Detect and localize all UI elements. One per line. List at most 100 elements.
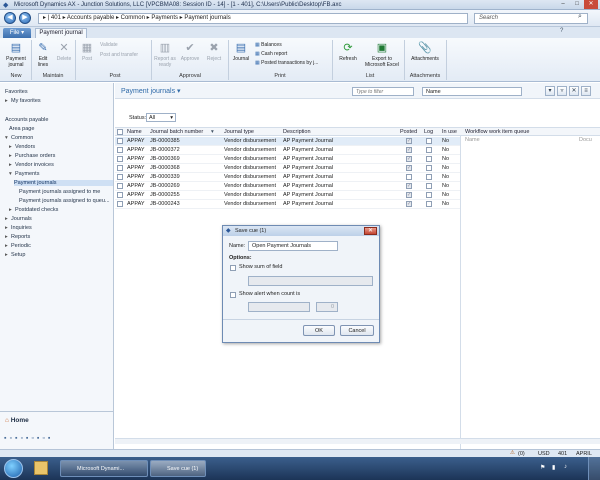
nav-payment-journals[interactable]: Payment journals	[14, 180, 113, 186]
delete-button[interactable]: ✕ Delete	[54, 41, 74, 62]
nav-common[interactable]: ▾ Common	[5, 135, 33, 141]
cell-type: Vendor disbursement	[224, 138, 276, 144]
col-workflow-queue[interactable]: Workflow work item queue	[465, 129, 529, 135]
table-row[interactable]: APPAY JB-0000243 Vendor disbursement AP Pay…	[115, 200, 460, 209]
file-menu-tab[interactable]: File ▾	[3, 28, 31, 38]
show-alert-checkbox[interactable]	[230, 292, 236, 298]
col-batch[interactable]: Journal batch number	[150, 129, 203, 135]
back-button[interactable]: ◀	[4, 12, 16, 24]
nav-my-favorites[interactable]: ▸ My favorites	[5, 98, 41, 104]
row-select-checkbox[interactable]	[117, 174, 123, 180]
forward-button[interactable]: ▶	[19, 12, 31, 24]
show-desktop-button[interactable]	[588, 457, 600, 480]
post-button[interactable]: ▦ Post	[77, 41, 97, 62]
show-sum-checkbox[interactable]	[230, 265, 236, 271]
maximize-button[interactable]: □	[570, 0, 584, 9]
clear-filter-icon[interactable]: ✕	[569, 86, 579, 96]
table-row[interactable]: APPAY JB-0000269 Vendor disbursement AP Pay…	[115, 182, 460, 191]
close-window-button[interactable]: ✕	[584, 0, 598, 9]
page-title[interactable]: Payment journals ▾	[121, 87, 181, 95]
ok-button[interactable]: OK	[303, 325, 335, 336]
balances-button[interactable]: ▦ Balances	[255, 42, 282, 48]
table-row[interactable]: APPAY JB-0000369 Vendor disbursement AP Pay…	[115, 155, 460, 164]
row-select-checkbox[interactable]	[117, 183, 123, 189]
reject-button[interactable]: ✖ Reject	[203, 41, 225, 62]
filter-field-select[interactable]: Name	[422, 87, 522, 96]
row-select-checkbox[interactable]	[117, 138, 123, 144]
help-icon[interactable]: ?	[560, 28, 563, 34]
tray-network-icon[interactable]: ▮	[552, 464, 555, 471]
advanced-filter-icon[interactable]: ▿	[557, 86, 567, 96]
filter-options-icon[interactable]: ≡	[581, 86, 591, 96]
table-row[interactable]: APPAY JB-0000339 Vendor disbursement AP Pay…	[115, 173, 460, 182]
tray-flag-icon[interactable]: ⚑	[540, 464, 545, 471]
row-select-checkbox[interactable]	[117, 201, 123, 207]
nav-assigned-to-me[interactable]: Payment journals assigned to me	[19, 189, 100, 195]
attachments-button[interactable]: 📎 Attachments	[406, 41, 444, 62]
taskbar-dynamics-button[interactable]: Microsoft Dynami...	[60, 460, 148, 477]
log-checkbox	[426, 174, 432, 180]
notification-icon[interactable]: ⚠	[510, 450, 515, 456]
filter-input[interactable]: Type to filter	[352, 87, 414, 96]
status-select[interactable]: All ▾	[146, 113, 176, 122]
approve-button[interactable]: ✔ Approve	[178, 41, 202, 62]
new-payment-journal-button[interactable]: ▤ Payment journal	[2, 41, 30, 68]
table-row[interactable]: APPAY JB-0000372 Vendor disbursement AP Pay…	[115, 146, 460, 155]
table-row[interactable]: APPAY JB-0000385 Vendor disbursement AP Pay…	[115, 137, 460, 146]
journal-print-button[interactable]: ▤ Journal	[230, 41, 252, 62]
row-select-checkbox[interactable]	[117, 147, 123, 153]
post-and-transfer-button[interactable]: Post and transfer	[100, 52, 138, 58]
tray-volume-icon[interactable]: ♪	[564, 464, 567, 470]
nav-periodic[interactable]: ▸ Periodic	[5, 243, 31, 249]
col-log[interactable]: Log	[424, 129, 433, 135]
export-to-excel-button[interactable]: ▣ Export to Microsoft Excel	[362, 41, 402, 68]
filter-icon[interactable]: ▾	[545, 86, 555, 96]
folder-icon[interactable]	[34, 461, 48, 475]
nav-vendors[interactable]: ▸ Vendors	[9, 144, 35, 150]
nav-inquiries[interactable]: ▸ Inquiries	[5, 225, 32, 231]
taskbar-save-cue-button[interactable]: Save cue (1)	[150, 460, 206, 477]
col-name[interactable]: Name	[127, 129, 142, 135]
refresh-button[interactable]: ⟳ Refresh	[336, 41, 360, 62]
nav-home[interactable]: ⌂ Home	[5, 417, 29, 424]
nav-postdated-checks[interactable]: ▸ Postdated checks	[9, 207, 58, 213]
col-type[interactable]: Journal type	[224, 129, 254, 135]
row-select-checkbox[interactable]	[117, 192, 123, 198]
nav-payments[interactable]: ▾ Payments	[9, 171, 39, 177]
cancel-button[interactable]: Cancel	[340, 325, 374, 336]
start-button[interactable]	[4, 459, 23, 478]
col-in-use[interactable]: In use	[442, 129, 457, 135]
cue-name-input[interactable]: Open Payment Journals	[248, 241, 338, 251]
nav-area-page[interactable]: Area page	[9, 126, 34, 132]
row-select-checkbox[interactable]	[117, 165, 123, 171]
module-shortcut-icons[interactable]: ▪▫▪▫▪▫▪▫▪	[4, 435, 110, 447]
dialog-close-button[interactable]: ✕	[364, 227, 377, 235]
report-as-ready-button[interactable]: ▥ Report as ready	[153, 41, 177, 68]
nav-purchase-orders[interactable]: ▸ Purchase orders	[9, 153, 55, 159]
col-description[interactable]: Description	[283, 129, 311, 135]
col-posted[interactable]: Posted	[400, 129, 417, 135]
select-all-checkbox[interactable]	[117, 129, 123, 135]
edit-lines-button[interactable]: ✎ Edit lines	[33, 41, 53, 68]
sum-field-select[interactable]	[248, 276, 373, 286]
alert-operator-select[interactable]	[248, 302, 310, 312]
breadcrumb[interactable]: ▸ | 401 ▸ Accounts payable ▸ Common ▸ Pa…	[38, 13, 468, 24]
validate-button[interactable]: Validate	[100, 42, 118, 48]
row-select-checkbox[interactable]	[117, 156, 123, 162]
nav-assigned-to-queue[interactable]: Payment journals assigned to queu...	[19, 198, 110, 204]
nav-setup[interactable]: ▸ Setup	[5, 252, 25, 258]
nav-vendor-invoices[interactable]: ▸ Vendor invoices	[9, 162, 54, 168]
horizontal-scrollbar[interactable]	[115, 438, 600, 444]
tab-payment-journal[interactable]: Payment journal	[35, 28, 87, 38]
table-row[interactable]: APPAY JB-0000255 Vendor disbursement AP Pay…	[115, 191, 460, 200]
nav-reports[interactable]: ▸ Reports	[5, 234, 30, 240]
posted-transactions-button[interactable]: ▦ Posted transactions by j...	[255, 60, 318, 66]
search-icon[interactable]: ⌕	[578, 13, 582, 21]
nav-favorites[interactable]: Favorites	[5, 89, 28, 95]
minimize-button[interactable]: –	[556, 0, 570, 9]
table-row[interactable]: APPAY JB-0000368 Vendor disbursement AP Pay…	[115, 164, 460, 173]
search-input[interactable]: Search	[474, 13, 588, 24]
alert-count-input[interactable]: 0	[316, 302, 338, 312]
cash-report-button[interactable]: ▦ Cash report	[255, 51, 287, 57]
nav-journals[interactable]: ▸ Journals	[5, 216, 32, 222]
